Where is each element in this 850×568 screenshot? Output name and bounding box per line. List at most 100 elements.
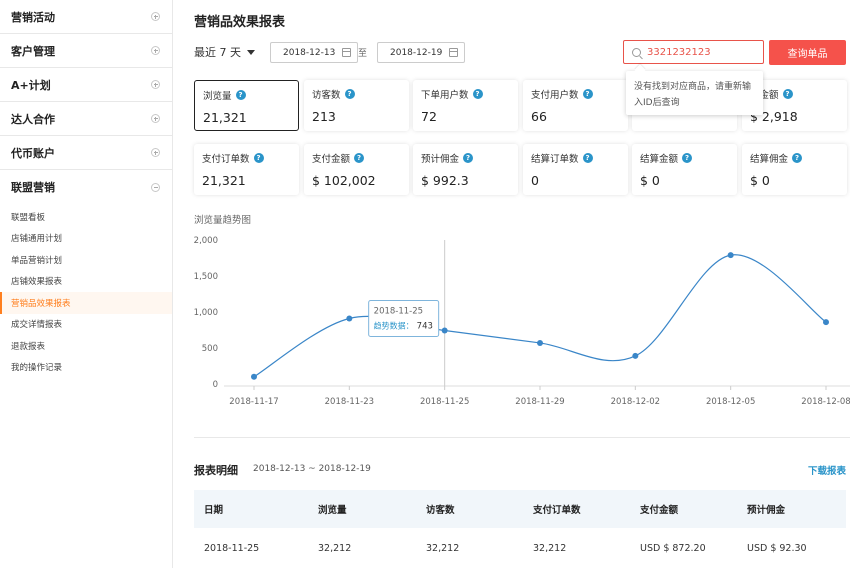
metric-value: 21,321 bbox=[202, 173, 246, 188]
metric-label: 访客数? bbox=[312, 87, 401, 101]
caret-down-icon bbox=[247, 49, 255, 55]
metric-card[interactable]: 访客数? 213 bbox=[304, 80, 409, 131]
data-point bbox=[251, 373, 257, 380]
expand-icon[interactable] bbox=[151, 46, 160, 55]
data-point bbox=[727, 252, 734, 259]
sidebar-group-label: 达人合作 bbox=[11, 112, 55, 126]
metric-value: 213 bbox=[312, 109, 336, 124]
table-cell: 32,212 bbox=[426, 542, 460, 554]
sidebar-group-label: 代币账户 bbox=[11, 146, 55, 160]
download-report-link[interactable]: 下载报表 bbox=[808, 463, 846, 477]
x-tick-label: 2018-12-08 bbox=[801, 397, 850, 407]
search-icon bbox=[632, 47, 641, 57]
metric-value: $ 992.3 bbox=[421, 173, 469, 188]
sidebar-group[interactable]: A+计划 bbox=[0, 68, 172, 102]
sidebar-item[interactable]: 单品营销计划 bbox=[0, 249, 172, 271]
trend-line bbox=[253, 254, 827, 378]
sidebar-item[interactable]: 我的操作记录 bbox=[0, 357, 172, 379]
metric-card[interactable]: 支付用户数? 66 bbox=[523, 80, 628, 131]
table-column-header: 预计佣金 bbox=[747, 505, 786, 516]
metric-value: 66 bbox=[531, 109, 547, 124]
sidebar-group[interactable]: 联盟营销 bbox=[0, 170, 172, 204]
metric-card[interactable]: 支付订单数? 21,321 bbox=[194, 144, 299, 195]
sidebar-group-label: 营销活动 bbox=[11, 10, 55, 24]
metric-card[interactable]: 结算佣金? $ 0 bbox=[742, 144, 847, 195]
range-select[interactable]: 最近 7 天 bbox=[194, 44, 255, 60]
metric-label: 支付订单数? bbox=[202, 151, 291, 165]
metric-card[interactable]: 浏览量? 21,321 bbox=[194, 80, 299, 131]
metric-value: 21,321 bbox=[203, 110, 247, 125]
divider bbox=[194, 437, 850, 438]
sidebar-item[interactable]: 成交详情报表 bbox=[0, 314, 172, 336]
metric-name: 结算金额 bbox=[640, 154, 679, 165]
x-tick-label: 2018-11-25 bbox=[420, 397, 469, 407]
metric-card[interactable]: 结算金额? $ 0 bbox=[632, 144, 737, 195]
date-from-input[interactable]: 2018-12-13 bbox=[270, 42, 358, 63]
main-content: 营销品效果报表 最近 7 天 2018-12-13 至 2018-12-19 3… bbox=[194, 0, 850, 568]
metric-card[interactable]: 预计佣金? $ 992.3 bbox=[413, 144, 518, 195]
metric-card[interactable]: 支付金额? $ 102,002 bbox=[304, 144, 409, 195]
x-tick-label: 2018-11-17 bbox=[229, 397, 278, 407]
to-label: 至 bbox=[358, 49, 368, 59]
x-tick-label: 2018-12-05 bbox=[706, 397, 755, 407]
date-to-value: 2018-12-19 bbox=[390, 47, 443, 58]
metric-name: 下单用户数 bbox=[421, 90, 469, 101]
sidebar-group[interactable]: 客户管理 bbox=[0, 34, 172, 68]
table-cell: USD $ 872.20 bbox=[640, 542, 706, 554]
collapse-icon[interactable] bbox=[151, 182, 160, 192]
metric-name: 访客数 bbox=[312, 90, 341, 101]
y-tick-label: 1,000 bbox=[194, 308, 218, 318]
help-icon[interactable]: ? bbox=[253, 153, 264, 163]
expand-icon[interactable] bbox=[151, 148, 160, 157]
table-cell: 2018-11-25 bbox=[204, 542, 260, 554]
sidebar-item[interactable]: 店铺效果报表 bbox=[0, 271, 172, 293]
tooltip-date: 2018-11-25 bbox=[374, 307, 423, 317]
search-product-button[interactable]: 查询单品 bbox=[769, 40, 846, 65]
help-icon[interactable]: ? bbox=[582, 153, 593, 163]
sidebar-item[interactable]: 营销品效果报表 bbox=[0, 292, 172, 314]
sidebar-group[interactable]: 代币账户 bbox=[0, 136, 172, 170]
table-column-header: 日期 bbox=[204, 505, 224, 516]
report-range: 2018-12-13 ~ 2018-12-19 bbox=[253, 464, 371, 474]
help-icon[interactable]: ? bbox=[682, 153, 693, 163]
table-row: 2018-11-25 32,212 32,212 32,212 USD $ 872.20… bbox=[194, 528, 846, 568]
not-found-tooltip: 没有找到对应商品，请重新输入ID后查询 bbox=[626, 71, 763, 115]
table-header: 日期 浏览量 访客数 支付订单数 支付金额 预计佣金 bbox=[194, 490, 846, 528]
metric-name: 浏览量 bbox=[203, 91, 232, 102]
metric-card[interactable]: 结算订单数? 0 bbox=[523, 144, 628, 195]
data-point bbox=[441, 327, 448, 334]
date-to-input[interactable]: 2018-12-19 bbox=[377, 42, 465, 63]
help-icon[interactable]: ? bbox=[792, 153, 803, 163]
help-icon[interactable]: ? bbox=[782, 89, 793, 99]
help-icon[interactable]: ? bbox=[354, 153, 365, 163]
sidebar-item[interactable]: 退款报表 bbox=[0, 335, 172, 357]
help-icon[interactable]: ? bbox=[472, 89, 483, 99]
help-icon[interactable]: ? bbox=[463, 153, 474, 163]
metric-value: 0 bbox=[531, 173, 539, 188]
product-search-input[interactable]: 3321232123 bbox=[623, 40, 764, 64]
help-icon[interactable]: ? bbox=[582, 89, 593, 99]
expand-icon[interactable] bbox=[151, 114, 160, 123]
search-value: 3321232123 bbox=[647, 46, 711, 58]
sidebar-group[interactable]: 达人合作 bbox=[0, 102, 172, 136]
tooltip-value: 743 bbox=[417, 322, 433, 332]
date-from-value: 2018-12-13 bbox=[283, 47, 336, 58]
data-point bbox=[632, 352, 639, 359]
metric-label: 结算金额? bbox=[640, 151, 729, 165]
sidebar-item[interactable]: 联盟看板 bbox=[0, 206, 172, 228]
sidebar-group[interactable]: 营销活动 bbox=[0, 0, 172, 34]
sidebar-item[interactable]: 店铺通用计划 bbox=[0, 228, 172, 250]
metric-name: 结算订单数 bbox=[531, 154, 579, 165]
data-point bbox=[823, 319, 829, 326]
help-icon[interactable]: ? bbox=[344, 89, 355, 99]
y-tick-label: 2,000 bbox=[194, 236, 218, 246]
help-icon[interactable]: ? bbox=[235, 90, 246, 100]
expand-icon[interactable] bbox=[151, 12, 160, 21]
metric-label: 支付金额? bbox=[312, 151, 401, 165]
metric-card[interactable]: 下单用户数? 72 bbox=[413, 80, 518, 131]
page-title: 营销品效果报表 bbox=[194, 15, 286, 30]
expand-icon[interactable] bbox=[151, 80, 160, 89]
metric-value: $ 0 bbox=[640, 173, 660, 188]
metric-name: 预计佣金 bbox=[421, 154, 460, 165]
range-label: 最近 7 天 bbox=[194, 46, 241, 59]
